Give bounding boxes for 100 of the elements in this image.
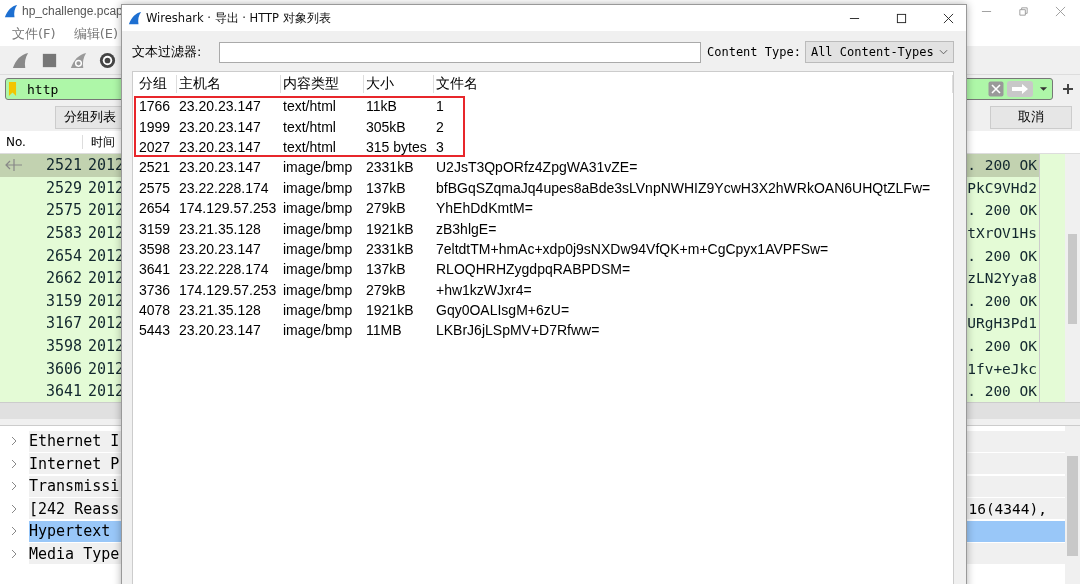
table-cell-text: 11MB xyxy=(365,322,403,339)
table-cell-text: 2027 xyxy=(138,138,172,155)
table-row[interactable]: 4078 23.21.35.128 image/bmp 1921kB Gqy0OALIsgM+6zU= xyxy=(137,299,953,321)
table-cell-text: image/bmp xyxy=(282,179,354,196)
table-row[interactable]: 3598 23.20.23.147 image/bmp 2331kB 7eltdtTM+hmAc+xdp0j9sNXDw94VfQK+m+CgCpyx1AVPFSw= xyxy=(137,238,953,260)
table-row[interactable]: 2575 23.22.228.174 image/bmp 137kB bfBGqSZqmaJq4upes8aBde3sLVnpNWHIZ9YcwH3X2hWRkOAN6UHQtZLFw= xyxy=(137,177,953,198)
maximize-icon[interactable] xyxy=(896,12,907,24)
packet-number: 2583 xyxy=(44,224,82,243)
table-cell-text: Gqy0OALIsgM+6zU= xyxy=(435,302,571,319)
dropdown-caret-icon[interactable] xyxy=(1039,86,1048,92)
close-icon[interactable] xyxy=(943,12,954,24)
table-cell-text: image/bmp xyxy=(282,220,354,237)
column-header[interactable]: 文件名 xyxy=(434,75,953,93)
table-cell-text: 1766 xyxy=(138,98,172,115)
table-row[interactable]: 3159 23.21.35.128 image/bmp 1921kB zB3hlgE= xyxy=(137,218,953,239)
table-cell-text: 23.20.23.147 xyxy=(178,98,262,115)
table-cell-text: 2521 xyxy=(138,159,172,176)
table-cell-text: 1999 xyxy=(138,118,172,135)
menu-item[interactable]: 文件(F) xyxy=(12,25,56,43)
column-header[interactable]: 时间 xyxy=(83,133,115,151)
table-row[interactable]: 3641 23.22.228.174 image/bmp 137kB RLOQHRHZygdpqRABPDSM= xyxy=(137,259,953,280)
table-cell-text: 2654 xyxy=(138,200,172,217)
table-cell-text: 7eltdtTM+hmAc+xdp0j9sNXDw94VfQK+m+CgCpyx1AVPFSw= xyxy=(435,240,830,257)
table-cell-text: image/bmp xyxy=(282,261,354,278)
table-cell-text: image/bmp xyxy=(282,159,354,176)
text-filter-field[interactable] xyxy=(219,41,701,63)
window-title: hp_challenge.pcap xyxy=(22,4,123,18)
table-row[interactable]: 2027 23.20.23.147 text/html 315 bytes 3 xyxy=(137,136,953,158)
gear-icon[interactable] xyxy=(98,50,117,70)
table-cell-text: 1921kB xyxy=(365,302,415,319)
table-cell-text: 2331kB xyxy=(365,240,415,257)
restore-icon[interactable] xyxy=(1018,5,1029,17)
plus-icon[interactable] xyxy=(1062,83,1074,95)
table-cell-text: 23.22.228.174 xyxy=(178,261,270,278)
packet-info: . 200 OK xyxy=(967,292,1039,309)
table-cell-text: +hw1kzWJxr4= xyxy=(435,281,533,298)
packet-number: 2575 xyxy=(44,201,82,220)
table-row[interactable]: 1766 23.20.23.147 text/html 11kB 1 xyxy=(137,96,953,117)
clear-icon[interactable] xyxy=(988,81,1004,97)
packet-number: 3598 xyxy=(44,337,82,356)
packet-number: 3159 xyxy=(44,291,82,310)
column-header[interactable]: 内容类型 xyxy=(281,75,364,93)
menu-item[interactable]: 编辑(E) xyxy=(73,25,118,43)
table-cell-text: 137kB xyxy=(365,261,407,278)
table-cell-text: 137kB xyxy=(365,179,407,196)
table-cell-text: 2331kB xyxy=(365,159,415,176)
table-row[interactable]: 2654 174.129.57.253 image/bmp 279kB YhEhDdKmtM= xyxy=(137,197,953,219)
packet-number: 2662 xyxy=(44,269,82,288)
packet-number: 2521 xyxy=(44,156,82,175)
table-cell-text: 23.20.23.147 xyxy=(178,240,262,257)
table-cell-text: 174.129.57.253 xyxy=(178,281,278,298)
content-type-dropdown[interactable]: All Content-Types xyxy=(804,41,954,63)
packet-number: 3167 xyxy=(44,314,82,333)
restart-fin-icon[interactable] xyxy=(69,50,88,70)
table-cell-text: 23.20.23.147 xyxy=(178,138,262,155)
packet-info: . 200 OK xyxy=(967,383,1039,400)
table-cell-text: 2575 xyxy=(138,179,172,196)
table-cell-text: text/html xyxy=(282,118,337,135)
arrow-icon xyxy=(4,159,24,172)
vertical-scrollbar[interactable] xyxy=(1065,426,1080,584)
column-header[interactable]: 大小 xyxy=(364,75,434,93)
vertical-scrollbar[interactable] xyxy=(1065,154,1080,402)
column-header[interactable]: 分组 xyxy=(137,75,177,93)
table-cell-text: zB3hlgE= xyxy=(435,220,498,237)
table-cell-text: 23.20.23.147 xyxy=(178,159,262,176)
table-cell-text: image/bmp xyxy=(282,240,354,257)
table-row[interactable]: 3736 174.129.57.253 image/bmp 279kB +hw1kzWJxr4= xyxy=(137,279,953,300)
table-row[interactable]: 5443 23.20.23.147 image/bmp 11MB LKBrJ6jLSpMV+D7Rfww= xyxy=(137,320,953,341)
table-cell-text: 4078 xyxy=(138,302,172,319)
table-cell-text: 1 xyxy=(435,98,445,115)
table-cell-text: 3736 xyxy=(138,281,172,298)
table-cell-text: 279kB xyxy=(365,200,407,217)
cancel-button[interactable]: 取消 xyxy=(990,105,1072,129)
table-cell-text: YhEhDdKmtM= xyxy=(435,200,534,217)
table-cell-text: 3 xyxy=(435,138,445,155)
shark-fin-icon[interactable] xyxy=(11,50,30,70)
table-cell-text: 23.20.23.147 xyxy=(178,118,262,135)
table-cell-text: 2 xyxy=(435,118,445,135)
table-row[interactable]: 2521 23.20.23.147 image/bmp 2331kB U2JsT3QpORfz4ZpgWA31vZE= xyxy=(137,157,953,178)
caret-icon xyxy=(939,49,948,55)
table-cell-text: 3598 xyxy=(138,240,172,257)
packet-number: 2529 xyxy=(44,178,82,197)
packet-info: . 200 OK xyxy=(967,338,1039,355)
table-cell-text: 279kB xyxy=(365,281,407,298)
table-cell-text: 3159 xyxy=(138,220,172,237)
packet-number: 2654 xyxy=(44,246,82,265)
table-cell-text: RLOQHRHZygdpqRABPDSM= xyxy=(435,261,632,278)
table-cell-text: image/bmp xyxy=(282,200,354,217)
column-header[interactable]: No. xyxy=(0,135,83,149)
dialog-title: Wireshark · 导出 · HTTP 对象列表 xyxy=(146,10,331,26)
table-cell-text: 305kB xyxy=(365,118,407,135)
table-cell-text: 23.22.228.174 xyxy=(178,179,270,196)
column-header[interactable]: 主机名 xyxy=(177,75,281,93)
table-cell-text: image/bmp xyxy=(282,322,354,339)
table-cell-text: 11kB xyxy=(365,98,398,115)
table-cell-text: 3641 xyxy=(138,261,172,278)
packet-number: 3606 xyxy=(44,359,82,378)
table-row[interactable]: 1999 23.20.23.147 text/html 305kB 2 xyxy=(137,116,953,137)
table-cell-text: text/html xyxy=(282,138,337,155)
table-cell-text: 1921kB xyxy=(365,220,415,237)
